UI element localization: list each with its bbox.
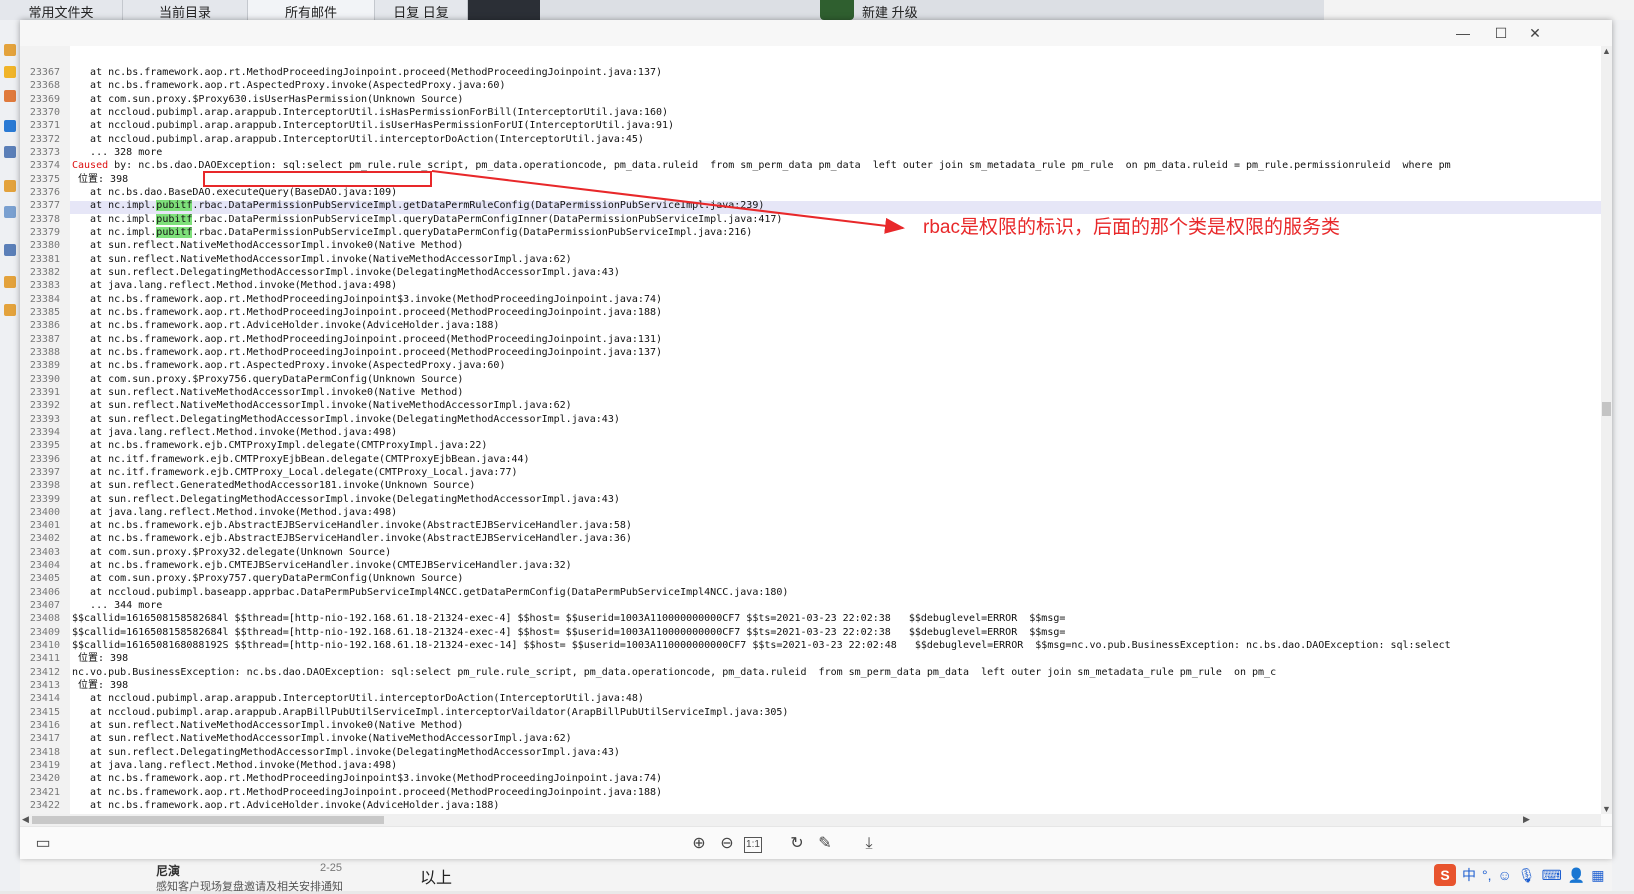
annotation-text: rbac是权限的标识，后面的那个类是权限的服务类 bbox=[923, 217, 1340, 238]
annotation-arrow bbox=[431, 170, 905, 234]
